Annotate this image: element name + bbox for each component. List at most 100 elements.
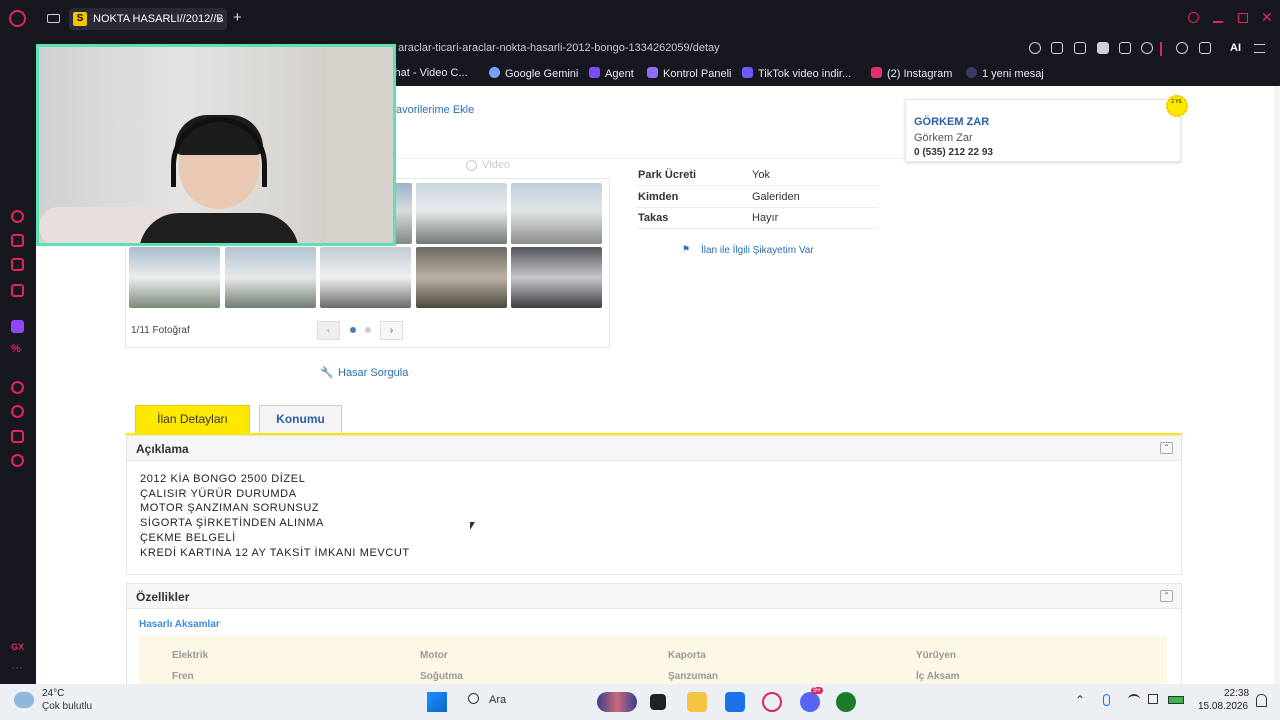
twitch-icon[interactable] [11, 320, 24, 333]
collapse-icon[interactable]: ⌃ [1160, 590, 1173, 602]
settings-icon[interactable] [11, 454, 24, 467]
features-header[interactable]: Özellikler ⌃ [126, 583, 1182, 609]
complaint-link[interactable]: İlan ile İlgili Şikayetim Var [701, 245, 814, 256]
features-title: Özellikler [136, 590, 190, 604]
prev-photo-button[interactable]: ‹ [317, 321, 340, 340]
tab-location[interactable]: Konumu [259, 405, 342, 433]
mail-icon[interactable] [11, 284, 24, 297]
wifi-icon[interactable] [1128, 694, 1140, 704]
browser-logo-icon[interactable] [9, 10, 26, 27]
extensions-icon[interactable] [11, 430, 24, 443]
tab-islands-icon[interactable] [47, 14, 60, 23]
seller-name[interactable]: GÖRKEM ZAR [914, 116, 989, 128]
agent-icon [589, 67, 600, 78]
video-tab[interactable]: Video [482, 159, 510, 171]
description-line: KREDİ KARTINA 12 AY TAKSİT İMKANI MEVCUT [140, 547, 410, 559]
weather-temp[interactable]: 24°C [42, 688, 64, 699]
tab-title: NOKTA HASARLI//2012//BO [93, 13, 223, 25]
description-header[interactable]: Açıklama ⌃ [126, 435, 1182, 461]
notifications-icon[interactable] [1256, 694, 1267, 707]
percent-icon[interactable]: % [11, 343, 21, 355]
add-favorites-link[interactable]: avorilerime Ekle [396, 104, 474, 116]
taskbar-search[interactable]: Ara [489, 694, 506, 706]
gx-icon[interactable]: GX [11, 642, 24, 652]
weather-icon[interactable] [14, 692, 34, 708]
search-tabs-icon[interactable] [1188, 12, 1199, 23]
detail-label: Takas [638, 212, 669, 224]
close-window-icon[interactable]: ✕ [1261, 9, 1273, 26]
gallery-thumbnail[interactable] [511, 183, 602, 244]
heart-icon[interactable] [1141, 42, 1153, 54]
seller-phone[interactable]: 0 (535) 212 22 93 [914, 147, 993, 158]
bookmark-item[interactable]: Agent [589, 67, 634, 80]
discord-icon[interactable] [800, 692, 820, 712]
app-icon[interactable] [725, 692, 745, 712]
page-dot[interactable] [365, 327, 371, 333]
description-line: ÇALISIR YÜRÜR DURUMDA [140, 488, 297, 500]
gallery-thumbnail[interactable] [416, 183, 507, 244]
collapse-icon[interactable]: ⌃ [1160, 442, 1173, 454]
gallery-thumbnail[interactable] [320, 247, 411, 308]
weather-desc[interactable]: Çok bulutlu [42, 701, 92, 712]
feature-item: İç Aksam [916, 671, 960, 682]
tab-listing-details[interactable]: İlan Detayları [135, 405, 250, 433]
send-icon[interactable] [1119, 42, 1131, 54]
bookmark-item[interactable]: Google Gemini [489, 67, 578, 80]
minimize-icon[interactable] [1213, 21, 1223, 23]
widgets-icon[interactable] [597, 692, 637, 712]
account-icon[interactable] [1176, 42, 1188, 54]
player-icon[interactable] [11, 381, 24, 394]
wallet-icon[interactable] [11, 234, 24, 247]
zoom-icon[interactable] [1029, 42, 1041, 54]
page-dot-active[interactable] [350, 327, 356, 333]
seller-subname: Görkem Zar [914, 132, 973, 144]
bookmark-item[interactable]: Kontrol Paneli [647, 67, 732, 80]
pocket-icon[interactable] [1097, 42, 1109, 54]
bookmark-item[interactable]: TikTok video indir... [742, 67, 851, 80]
clock-date[interactable]: 15.08.2026 [1198, 701, 1248, 712]
new-tab-icon[interactable]: + [233, 9, 242, 26]
ai-button[interactable]: AI [1230, 42, 1241, 54]
maximize-icon[interactable] [1238, 13, 1248, 23]
browser-tab[interactable]: S NOKTA HASARLI//2012//BO ✕ [69, 8, 227, 30]
download-icon[interactable] [1199, 42, 1211, 54]
bookmark-item[interactable]: (2) Instagram [871, 67, 952, 80]
start-icon[interactable] [427, 692, 447, 712]
card-icon[interactable] [11, 258, 24, 271]
clock-icon[interactable] [11, 405, 24, 418]
mic-icon[interactable] [1103, 694, 1110, 706]
damage-query-link[interactable]: Hasar Sorgula [338, 367, 408, 379]
gallery-thumbnail[interactable] [129, 247, 220, 308]
history-icon[interactable] [11, 210, 24, 223]
volume-icon[interactable] [1148, 694, 1158, 704]
close-tab-icon[interactable]: ✕ [215, 13, 224, 26]
url-text[interactable]: araclar-ticari-araclar-nokta-hasarli-201… [398, 42, 720, 54]
snapshot-icon[interactable] [1074, 42, 1086, 54]
browser-tab-bar: S NOKTA HASARLI//2012//BO ✕ + ✕ [0, 0, 1280, 36]
xbox-icon[interactable] [836, 692, 856, 712]
gallery-thumbnail[interactable] [225, 247, 316, 308]
chevron-up-icon[interactable]: ⌃ [1075, 693, 1085, 707]
pin-icon[interactable] [1051, 42, 1063, 54]
bookmark-item[interactable]: chat - Video C... [389, 67, 468, 79]
battery-icon[interactable] [1168, 696, 1184, 704]
search-icon[interactable] [468, 693, 479, 704]
play-icon[interactable] [466, 160, 477, 171]
divider [636, 228, 878, 229]
clock-time[interactable]: 22:38 [1224, 688, 1249, 699]
menu-icon[interactable] [1254, 44, 1265, 53]
more-icon[interactable]: ··· [11, 660, 23, 674]
next-photo-button[interactable]: › [380, 321, 403, 340]
feature-item: Fren [172, 671, 194, 682]
file-explorer-icon[interactable] [687, 692, 707, 712]
gallery-thumbnail[interactable] [416, 247, 507, 308]
scrollbar-track[interactable] [1274, 86, 1280, 684]
detail-value: Galeriden [752, 191, 800, 203]
detail-value: Hayır [752, 212, 779, 224]
gallery-thumbnail[interactable] [511, 247, 602, 308]
bookmark-item[interactable]: 1 yeni mesaj [966, 67, 1044, 80]
divider [1160, 42, 1162, 56]
opera-gx-icon[interactable] [762, 692, 782, 712]
task-view-icon[interactable] [650, 694, 666, 710]
membership-badge-icon: 2 YIL [1166, 95, 1188, 117]
